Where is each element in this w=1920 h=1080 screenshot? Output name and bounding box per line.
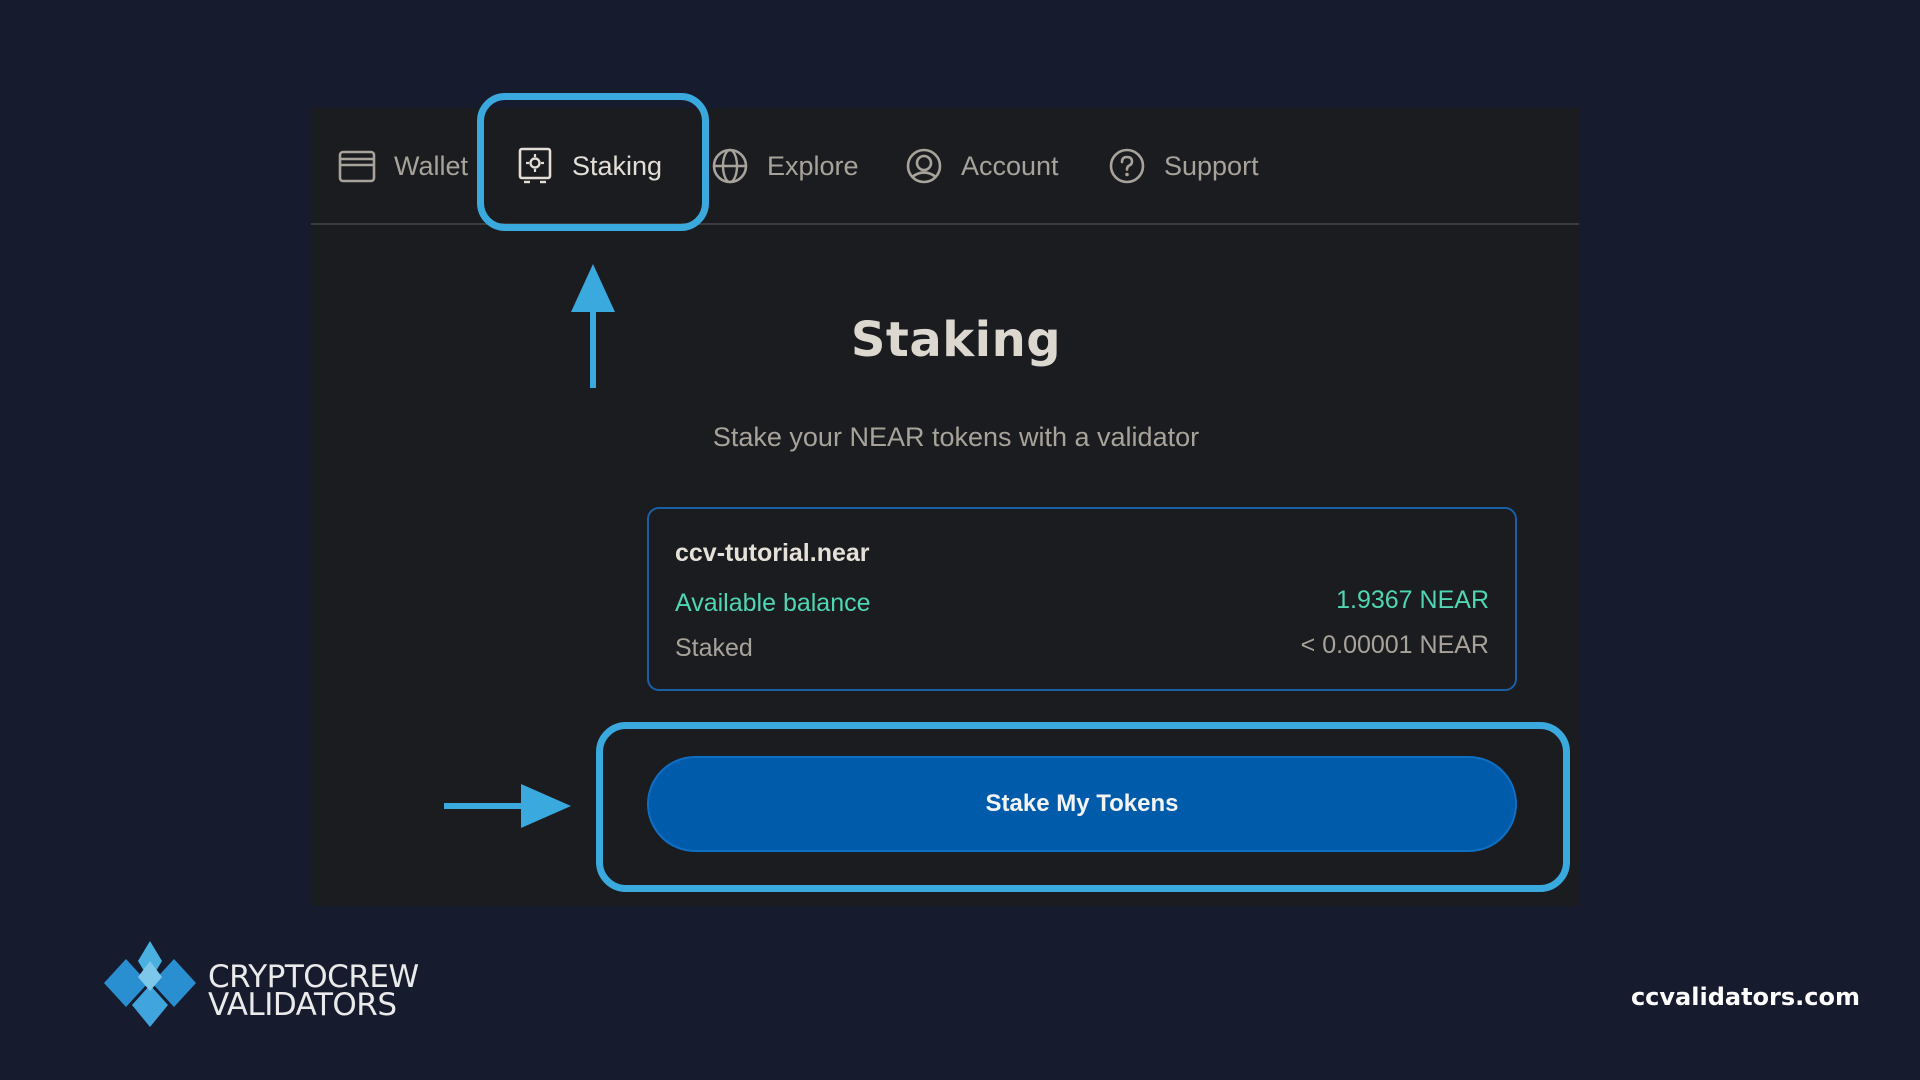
available-balance-label: Available balance (675, 589, 871, 617)
staking-tab-highlight (477, 93, 709, 231)
nav-label-support: Support (1164, 150, 1259, 181)
nav-item-account[interactable]: Account (904, 142, 1059, 190)
nav-item-support[interactable]: Support (1107, 142, 1259, 190)
right-arrow-icon (444, 784, 571, 828)
website-url: ccvalidators.com (1630, 983, 1860, 1011)
available-balance-value: 1.9367 NEAR (1336, 586, 1489, 614)
nav-item-wallet[interactable]: Wallet (337, 142, 468, 190)
account-icon (906, 148, 942, 184)
nav-item-explore[interactable]: Explore (710, 142, 859, 190)
nav-label-wallet: Wallet (394, 150, 469, 181)
page-title: Staking (850, 312, 1062, 368)
nav-label-account: Account (961, 150, 1059, 181)
stake-button-highlight (596, 722, 1570, 892)
nav-label-explore: Explore (767, 150, 859, 181)
globe-icon (712, 148, 748, 184)
wallet-icon (338, 150, 376, 183)
help-circle-icon (1109, 148, 1145, 184)
staked-label: Staked (675, 634, 753, 662)
account-balance-card: ccv-tutorial.near Available balance 1.93… (647, 507, 1517, 691)
cryptocrew-logo-icon (104, 941, 196, 1027)
page-subtitle: Stake your NEAR tokens with a validator (712, 422, 1200, 452)
up-arrow-icon (571, 264, 615, 388)
account-name: ccv-tutorial.near (675, 539, 870, 567)
brand-name-line2: VALIDATORS (208, 987, 397, 1023)
tutorial-slide: Wallet Staking Explore Account Support S… (0, 0, 1920, 1080)
staked-value: < 0.00001 NEAR (1300, 631, 1489, 659)
